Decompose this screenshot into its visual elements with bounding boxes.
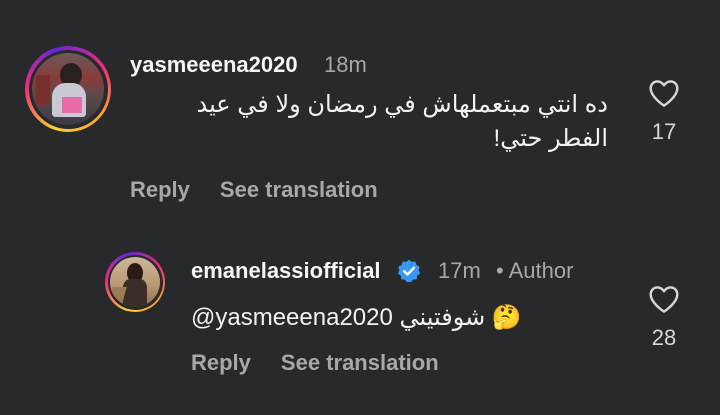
reply-button[interactable]: Reply (191, 350, 251, 375)
reply-button[interactable]: Reply (130, 177, 190, 202)
thinking-face-emoji: 🤔 (491, 304, 522, 331)
comment-text-line-1: ده انتي مبتعملهاش في رمضان ولا في عيد (196, 91, 608, 118)
like-group: 17 (639, 78, 689, 145)
avatar[interactable] (105, 252, 165, 312)
username[interactable]: yasmeeena2020 (130, 52, 298, 78)
like-count: 28 (651, 325, 677, 350)
avatar-ring (107, 254, 163, 310)
verified-badge-icon (397, 259, 421, 283)
comment-actions: Reply See translation (130, 177, 408, 203)
heart-outline-icon[interactable] (648, 284, 680, 314)
like-count: 17 (651, 119, 677, 144)
username[interactable]: emanelassiofficial (191, 258, 381, 284)
comment-1: yasmeeena2020 18m ده انتي مبتعملهاش في ر… (0, 0, 720, 230)
comment-text: ده انتي مبتعملهاش في رمضان ولا في عيد ال… (128, 88, 608, 156)
like-group: 28 (639, 284, 689, 351)
comment-actions: Reply See translation (191, 350, 469, 376)
comment-text-line-2: الفطر حتي! (493, 125, 608, 152)
comment-text-arabic: شوفتيني (399, 304, 486, 331)
author-label: • Author (496, 258, 574, 283)
comment-text: @yasmeeena2020 شوفتيني 🤔 (191, 301, 522, 335)
timestamp: 17m (438, 258, 481, 283)
avatar-photo (110, 257, 160, 307)
avatar[interactable] (25, 46, 111, 132)
comment-2: emanelassiofficial 17m • Author @yasmeee… (0, 230, 720, 415)
heart-outline-icon[interactable] (648, 78, 680, 108)
avatar-photo (32, 53, 104, 125)
see-translation-button[interactable]: See translation (220, 177, 378, 202)
see-translation-button[interactable]: See translation (281, 350, 439, 375)
mention-link[interactable]: @yasmeeena2020 (191, 304, 393, 331)
timestamp: 18m (324, 52, 367, 77)
avatar-ring (28, 49, 108, 129)
